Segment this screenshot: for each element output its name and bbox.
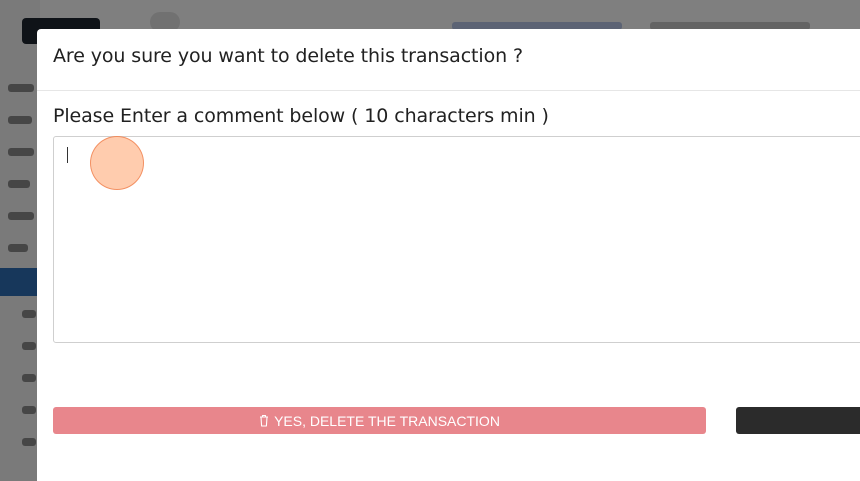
confirm-delete-button[interactable]: YES, DELETE THE TRANSACTION [53, 407, 706, 434]
comment-label: Please Enter a comment below ( 10 charac… [53, 105, 549, 127]
confirm-delete-label: YES, DELETE THE TRANSACTION [274, 412, 500, 429]
trash-icon [260, 414, 269, 427]
modal-title: Are you sure you want to delete this tra… [53, 45, 523, 67]
comment-textarea[interactable] [53, 136, 860, 343]
delete-transaction-modal: Are you sure you want to delete this tra… [37, 29, 860, 481]
modal-header: Are you sure you want to delete this tra… [37, 29, 860, 91]
text-cursor [67, 147, 68, 163]
cancel-button[interactable] [736, 407, 860, 434]
modal-body: Please Enter a comment below ( 10 charac… [37, 91, 860, 343]
